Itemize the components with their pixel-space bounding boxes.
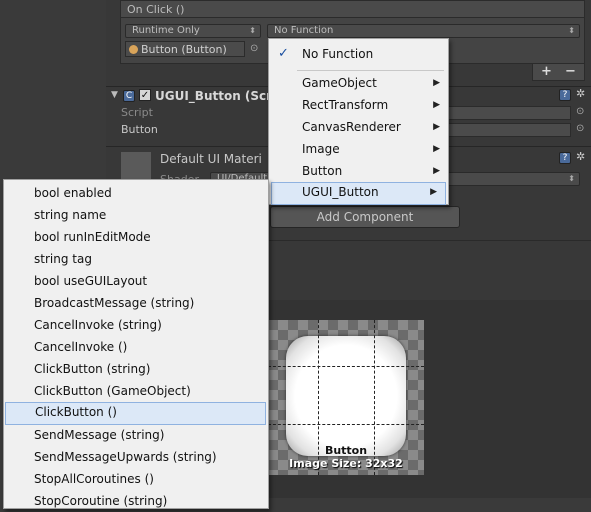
submenu-arrow-icon: ▶ bbox=[433, 144, 440, 154]
help-icon[interactable]: ? bbox=[559, 89, 571, 101]
menu-item-gameobject[interactable]: GameObject ▶ bbox=[269, 72, 448, 94]
button-field-label: Button bbox=[121, 123, 158, 136]
submenu-arrow-icon: ▶ bbox=[433, 100, 440, 110]
component-title: UGUI_Button (Scri bbox=[155, 89, 277, 103]
script-label: Script bbox=[121, 106, 153, 119]
slice-guide bbox=[268, 424, 424, 425]
menu-item[interactable]: string tag bbox=[4, 248, 268, 270]
foldout-arrow-icon[interactable]: ▼ bbox=[111, 90, 118, 100]
menu-item[interactable]: bool runInEditMode bbox=[4, 226, 268, 248]
menu-item[interactable]: SendMessageUpwards (string) bbox=[4, 446, 268, 468]
button-sprite bbox=[286, 336, 406, 456]
menu-item[interactable]: string name bbox=[4, 204, 268, 226]
submenu-arrow-icon: ▶ bbox=[430, 187, 437, 197]
updown-icon: ⬍ bbox=[568, 174, 575, 183]
material-title: Default UI Materi bbox=[160, 152, 262, 166]
on-click-header: On Click () bbox=[120, 0, 585, 18]
updown-icon: ⬍ bbox=[568, 26, 575, 35]
menu-item-recttransform[interactable]: RectTransform ▶ bbox=[269, 94, 448, 116]
gear-icon[interactable]: ✲ bbox=[576, 150, 585, 163]
function-menu: ✓ No Function GameObject ▶ RectTransform… bbox=[268, 38, 449, 205]
menu-item-no-function[interactable]: ✓ No Function bbox=[269, 43, 448, 65]
gear-icon[interactable]: ✲ bbox=[576, 87, 585, 100]
method-menu: bool enabled string name bool runInEditM… bbox=[3, 179, 269, 509]
menu-item[interactable]: StopCoroutine (string) bbox=[4, 490, 268, 512]
submenu-arrow-icon: ▶ bbox=[433, 122, 440, 132]
menu-item[interactable]: BroadcastMessage (string) bbox=[4, 292, 268, 314]
menu-item[interactable]: bool enabled bbox=[4, 182, 268, 204]
object-field[interactable]: Button (Button) bbox=[125, 41, 245, 57]
enabled-checkbox[interactable]: ✓ bbox=[139, 89, 151, 101]
menu-separator bbox=[297, 70, 444, 71]
preview-size: Image Size: 32x32 bbox=[289, 457, 403, 470]
script-field[interactable] bbox=[446, 106, 571, 120]
add-component-button[interactable]: Add Component bbox=[270, 206, 460, 228]
menu-item-image[interactable]: Image ▶ bbox=[269, 138, 448, 160]
object-picker-icon[interactable]: ⊙ bbox=[576, 106, 584, 117]
menu-item[interactable]: StopAllCoroutines () bbox=[4, 468, 268, 490]
function-dropdown[interactable]: No Function ⬍ bbox=[267, 24, 580, 38]
script-icon: C bbox=[123, 90, 135, 102]
object-picker-icon[interactable]: ⊙ bbox=[250, 43, 258, 54]
menu-item-button[interactable]: Button ▶ bbox=[269, 160, 448, 182]
add-remove-footer bbox=[532, 64, 585, 81]
preview-name: Button bbox=[324, 444, 368, 457]
button-field[interactable] bbox=[446, 123, 571, 137]
material-thumbnail bbox=[121, 152, 151, 182]
menu-item-ugui-button[interactable]: UGUI_Button ▶ bbox=[271, 182, 446, 205]
submenu-arrow-icon: ▶ bbox=[433, 78, 440, 88]
button-object-icon bbox=[129, 45, 138, 54]
menu-item[interactable]: CancelInvoke () bbox=[4, 336, 268, 358]
on-click-title: On Click () bbox=[127, 3, 185, 16]
remove-listener-button[interactable]: − bbox=[565, 64, 576, 79]
image-preview: Button Image Size: 32x32 bbox=[268, 320, 424, 475]
menu-item[interactable]: SendMessage (string) bbox=[4, 424, 268, 446]
runtime-dropdown[interactable]: Runtime Only ⬍ bbox=[125, 24, 261, 38]
add-listener-button[interactable]: + bbox=[541, 64, 552, 79]
submenu-arrow-icon: ▶ bbox=[433, 166, 440, 176]
menu-item[interactable]: ClickButton (string) bbox=[4, 358, 268, 380]
help-icon[interactable]: ? bbox=[559, 152, 571, 164]
menu-item[interactable]: bool useGUILayout bbox=[4, 270, 268, 292]
menu-item[interactable]: ClickButton (GameObject) bbox=[4, 380, 268, 402]
menu-item-canvasrenderer[interactable]: CanvasRenderer ▶ bbox=[269, 116, 448, 138]
menu-item[interactable]: CancelInvoke (string) bbox=[4, 314, 268, 336]
menu-item-selected[interactable]: ClickButton () bbox=[5, 402, 266, 425]
check-icon: ✓ bbox=[278, 46, 289, 61]
updown-icon: ⬍ bbox=[249, 26, 256, 35]
slice-guide bbox=[268, 366, 424, 367]
object-picker-icon[interactable]: ⊙ bbox=[576, 123, 584, 134]
